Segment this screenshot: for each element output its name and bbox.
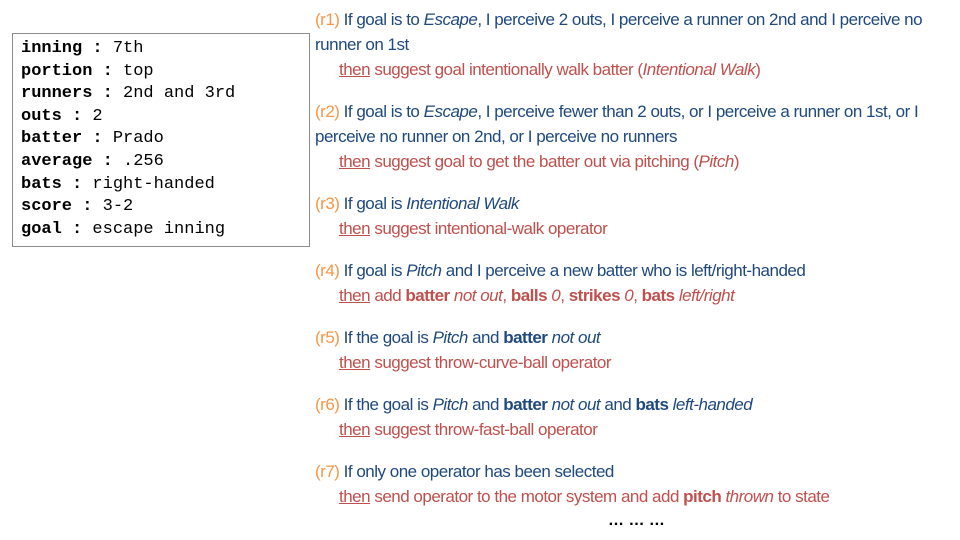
rule-r1: (r1) If goal is to Escape, I perceive 2 …	[315, 7, 955, 82]
rule-condition: (r4) If goal is Pitch and I perceive a n…	[315, 261, 806, 280]
rule-condition: (r2) If goal is to Escape, I perceive fe…	[315, 102, 919, 146]
state-key: goal	[21, 219, 62, 239]
rule-r3: (r3) If goal is Intentional Walk then su…	[315, 191, 955, 241]
rule-action: then suggest intentional-walk operator	[339, 219, 608, 238]
state-value: 7th	[112, 39, 144, 58]
rule-id: (r6)	[315, 395, 340, 414]
rule-condition: (r7) If only one operator has been selec…	[315, 462, 614, 481]
then-keyword: then	[339, 487, 371, 506]
rule-id: (r1)	[315, 10, 340, 29]
state-key: outs	[21, 106, 62, 126]
state-row-inning: inning : 7th	[21, 39, 144, 58]
rule-id: (r4)	[315, 261, 340, 280]
state-value: top	[123, 61, 154, 81]
rule-r7: (r7) If only one operator has been selec…	[315, 459, 955, 509]
then-keyword: then	[339, 420, 371, 439]
rule-id: (r3)	[315, 194, 340, 213]
state-key: score	[21, 197, 73, 217]
rule-r6: (r6) If the goal is Pitch and batter not…	[315, 392, 955, 442]
continuation-ellipsis: … … …	[608, 512, 665, 529]
state-key: bats	[21, 174, 62, 194]
state-row-average: average : .256	[21, 151, 164, 171]
then-keyword: then	[339, 60, 371, 79]
then-keyword: then	[339, 353, 371, 372]
then-keyword: then	[339, 219, 371, 238]
state-key: batter	[21, 129, 83, 149]
state-value: 3-2	[102, 197, 134, 217]
then-keyword: then	[339, 152, 371, 171]
rule-condition: (r3) If goal is Intentional Walk	[315, 194, 519, 213]
state-key: inning	[21, 39, 83, 58]
rule-action: then send operator to the motor system a…	[339, 487, 830, 506]
rule-action: then suggest throw-curve-ball operator	[339, 353, 612, 372]
state-row-portion: portion : top	[21, 61, 154, 81]
rule-r5: (r5) If the goal is Pitch and batter not…	[315, 325, 955, 375]
state-key: portion	[21, 61, 93, 81]
state-row-runners: runners : 2nd and 3rd	[21, 84, 236, 104]
state-value: .256	[123, 151, 164, 171]
state-row-outs: outs : 2	[21, 106, 103, 126]
state-value: escape inning	[92, 219, 226, 239]
state-row-goal: goal : escape inning	[21, 219, 226, 239]
state-value: right-handed	[92, 174, 215, 194]
state-value: Prado	[112, 129, 164, 149]
rule-id: (r5)	[315, 328, 340, 347]
state-row-bats: bats : right-handed	[21, 174, 215, 194]
rule-condition: (r6) If the goal is Pitch and batter not…	[315, 395, 753, 414]
rule-action: then suggest throw-fast-ball operator	[339, 420, 598, 439]
state-box: inning : 7th portion : top runners : 2nd…	[12, 33, 310, 248]
rule-action: then suggest goal intentionally walk bat…	[339, 60, 761, 79]
state-value: 2	[92, 106, 103, 126]
rule-condition: (r5) If the goal is Pitch and batter not…	[315, 328, 601, 347]
rule-id: (r2)	[315, 102, 340, 121]
rule-action: then add batter not out, balls 0, strike…	[339, 286, 735, 305]
rule-r2: (r2) If goal is to Escape, I perceive fe…	[315, 99, 955, 174]
rule-condition: (r1) If goal is to Escape, I perceive 2 …	[315, 10, 923, 54]
state-row-batter: batter : Prado	[21, 129, 164, 149]
state-key: average	[21, 151, 93, 171]
state-value: 2nd and 3rd	[123, 84, 236, 104]
rules-list: (r1) If goal is to Escape, I perceive 2 …	[315, 7, 955, 526]
then-keyword: then	[339, 286, 371, 305]
state-key: runners	[21, 84, 93, 104]
state-row-score: score : 3-2	[21, 197, 134, 217]
rule-id: (r7)	[315, 462, 340, 481]
rule-action: then suggest goal to get the batter out …	[339, 152, 740, 171]
rule-r4: (r4) If goal is Pitch and I perceive a n…	[315, 258, 955, 308]
